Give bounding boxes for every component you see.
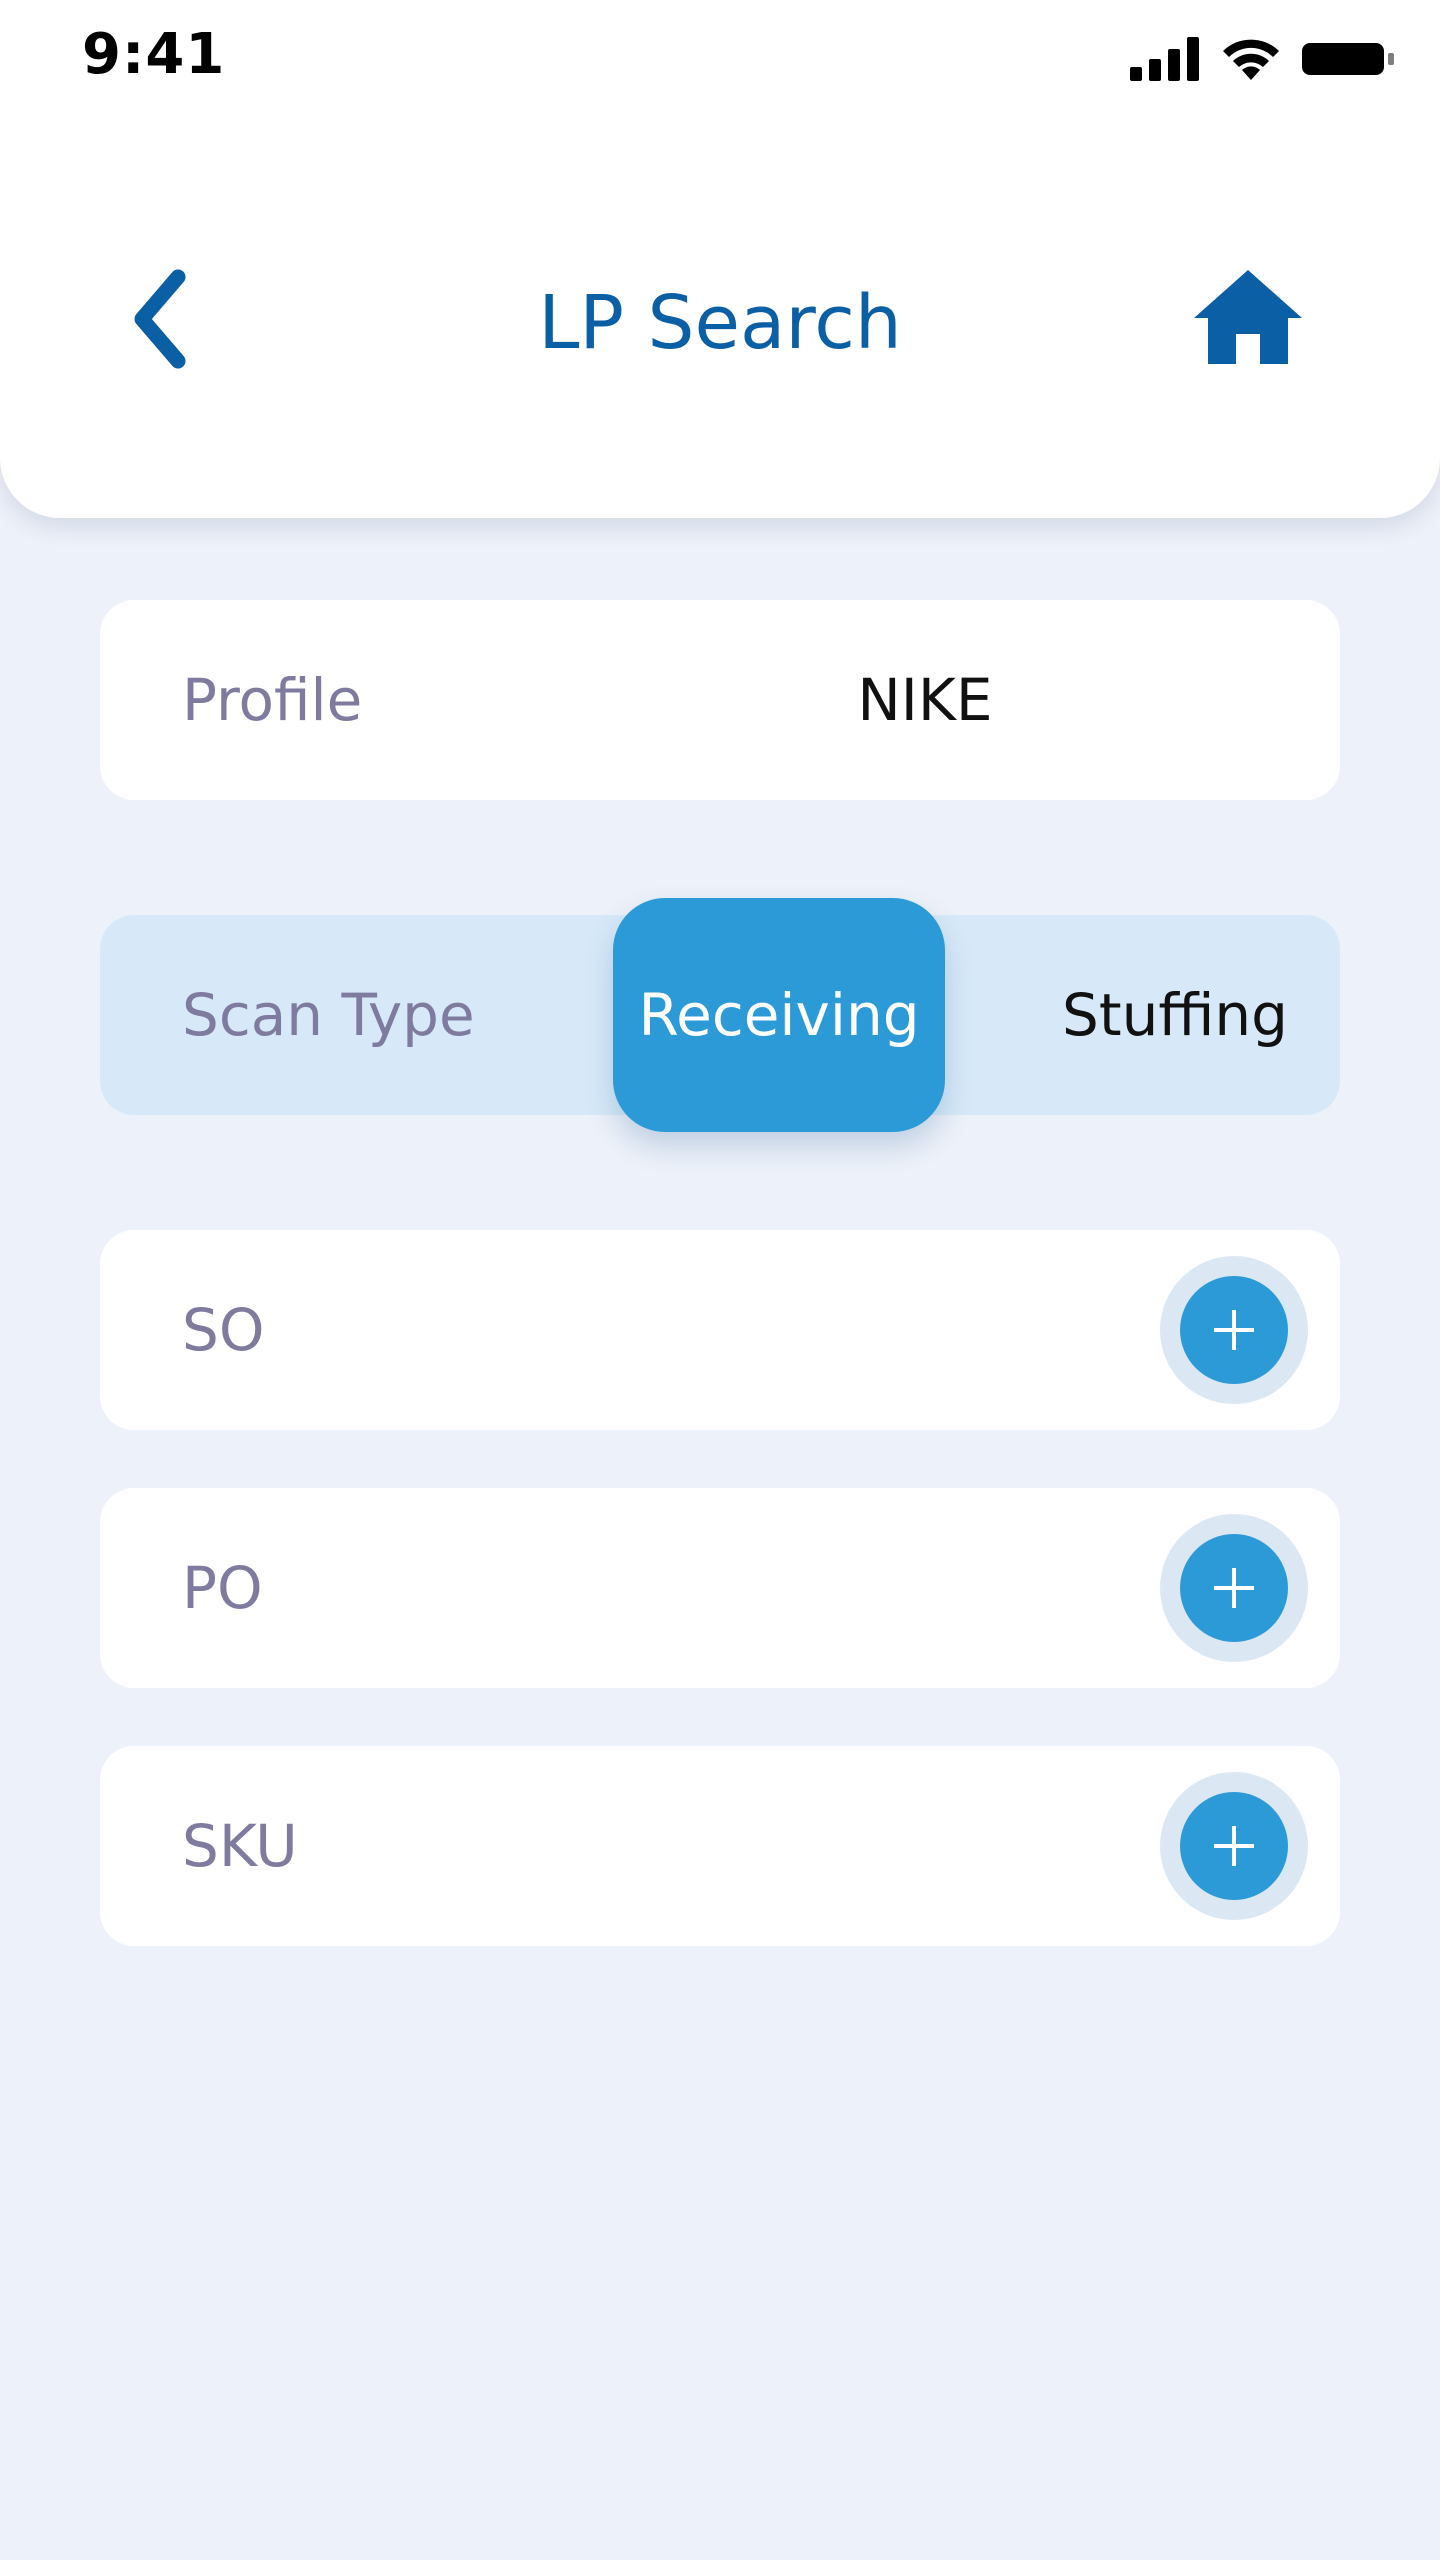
add-so-button[interactable] xyxy=(1180,1276,1288,1384)
status-bar: 9:41 xyxy=(0,0,1440,120)
profile-row: Profile NIKE xyxy=(100,600,1340,800)
home-icon xyxy=(1194,270,1302,364)
profile-label: Profile xyxy=(182,666,363,734)
battery-icon xyxy=(1302,43,1394,75)
cellular-signal-icon xyxy=(1130,37,1199,81)
po-field-row: PO xyxy=(100,1488,1340,1688)
sku-label: SKU xyxy=(182,1812,298,1880)
scan-type-label: Scan Type xyxy=(182,981,475,1049)
add-sku-button-halo xyxy=(1160,1772,1308,1920)
segment-stuffing[interactable]: Stuffing xyxy=(1030,915,1320,1115)
po-label: PO xyxy=(182,1554,263,1622)
status-icons xyxy=(1130,36,1396,82)
add-po-button[interactable] xyxy=(1180,1534,1288,1642)
so-field-row: SO xyxy=(100,1230,1340,1430)
segment-receiving[interactable]: Receiving xyxy=(613,898,945,1132)
plus-icon xyxy=(1214,1568,1254,1608)
sku-field-row: SKU xyxy=(100,1746,1340,1946)
profile-value[interactable]: NIKE xyxy=(760,600,1090,800)
add-so-button-halo xyxy=(1160,1256,1308,1404)
so-label: SO xyxy=(182,1296,265,1364)
status-time: 9:41 xyxy=(82,22,226,87)
add-po-button-halo xyxy=(1160,1514,1308,1662)
app-header: 9:41 LP Search xyxy=(0,0,1440,518)
wifi-icon xyxy=(1223,39,1279,80)
home-button[interactable] xyxy=(1192,268,1304,368)
plus-icon xyxy=(1214,1826,1254,1866)
add-sku-button[interactable] xyxy=(1180,1792,1288,1900)
plus-icon xyxy=(1214,1310,1254,1350)
